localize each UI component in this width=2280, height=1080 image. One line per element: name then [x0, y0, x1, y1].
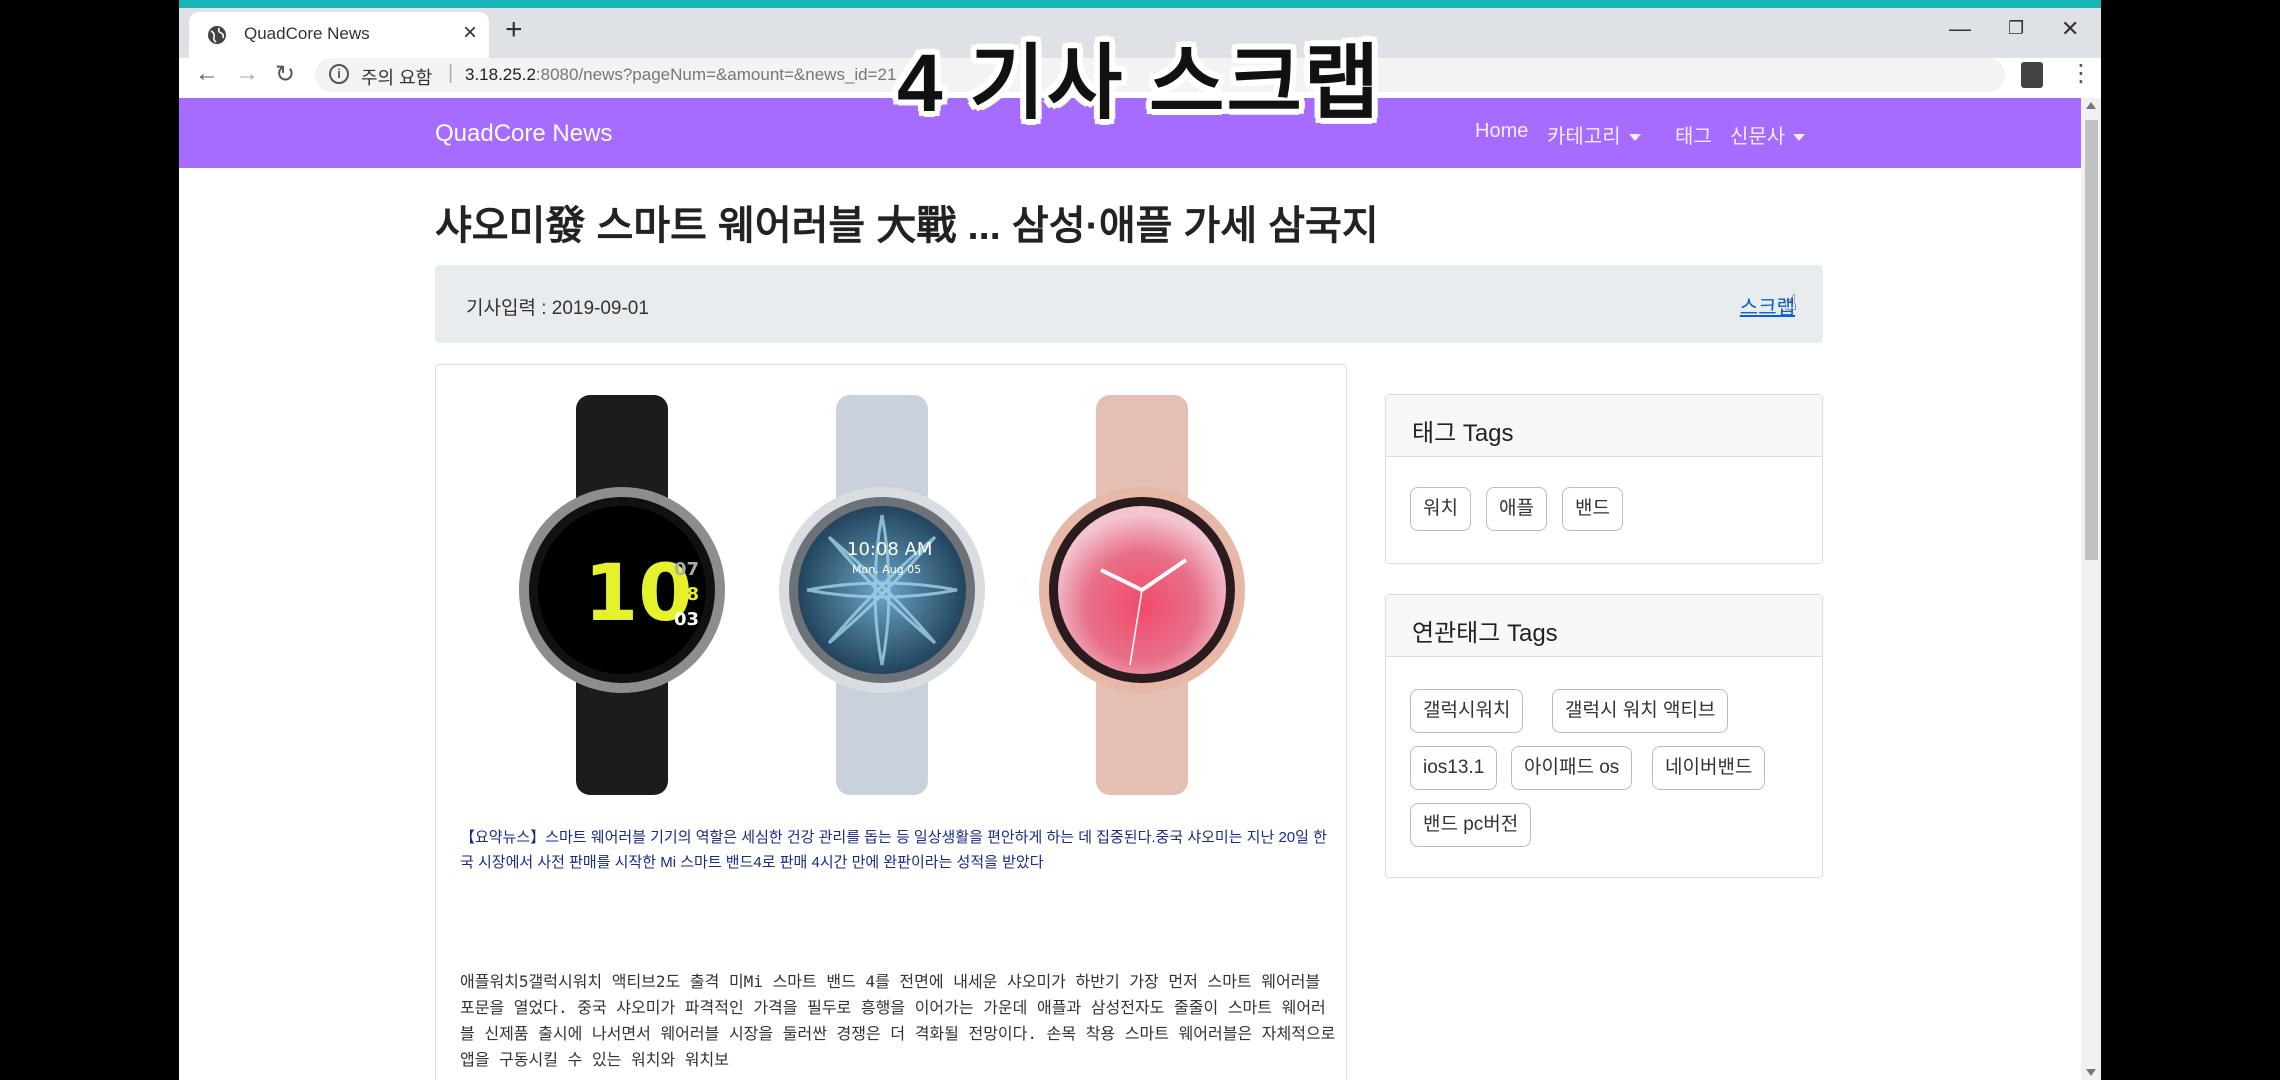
address-separator: |	[448, 62, 454, 84]
url-path: :8080/news?pageNum=&amount=&news_id=21	[535, 65, 897, 84]
security-warning: 주의 요함	[361, 68, 433, 88]
black-watch: 10 07 08 03	[519, 395, 725, 795]
forward-arrow-icon[interactable]: →	[235, 60, 259, 88]
tag-item[interactable]: 애플	[1486, 487, 1547, 531]
scroll-up-icon[interactable]	[2086, 102, 2096, 109]
url-host: 3.18.25.2	[465, 65, 536, 84]
nav-category[interactable]: 카테고리	[1547, 120, 1641, 149]
browser-window: QuadCore News × + — ❐ ✕ ← → ↻ i 주의 요함 | …	[179, 0, 2101, 1080]
tag-item[interactable]: 아이패드 os	[1511, 746, 1633, 790]
window-top-strip	[179, 0, 2101, 8]
video-caption-overlay: 4 기사 스크랩	[897, 38, 1382, 129]
browser-tab[interactable]: QuadCore News ×	[189, 12, 489, 58]
menu-dots-icon[interactable]: ⋮	[2069, 59, 2093, 88]
article-summary: 【요약뉴스】스마트 웨어러블 기기의 역할은 세심한 건강 관리를 돕는 등 일…	[460, 829, 1327, 871]
scroll-down-icon[interactable]	[2086, 1069, 2096, 1076]
caret-down-icon	[1628, 134, 1641, 142]
article-date: 기사입력 : 2019-09-01	[466, 298, 649, 319]
back-arrow-icon[interactable]: ←	[195, 60, 219, 88]
page-scrollbar[interactable]	[2081, 98, 2101, 1080]
silver-watch-time: 10:08 AM	[847, 539, 932, 560]
article-title: 샤오미發 스마트 웨어러블 大戰 ... 삼성·애플 가세 삼국지	[435, 204, 1379, 248]
black-watch-side-2: 08	[674, 584, 699, 605]
black-watch-side-1: 07	[674, 559, 699, 580]
tag-item[interactable]: 밴드	[1562, 487, 1623, 531]
nav-tag[interactable]: 태그	[1675, 120, 1712, 149]
article-image: 10 07 08 03 10:08 AM Mon, Aug 05	[519, 395, 1245, 795]
clipboard-extension-icon[interactable]	[2021, 62, 2043, 88]
minimize-icon[interactable]: —	[1949, 16, 1971, 42]
scroll-thumb[interactable]	[2085, 120, 2098, 560]
tags-card-title: 태그 Tags	[1386, 395, 1822, 457]
nav-home[interactable]: Home	[1475, 120, 1528, 143]
tag-item[interactable]: 워치	[1410, 487, 1471, 531]
rose-watch	[1039, 395, 1245, 795]
tab-close-icon[interactable]: ×	[463, 19, 477, 47]
black-watch-side-3: 03	[674, 609, 699, 630]
tags-card: 태그 Tags 워치 애플 밴드	[1385, 394, 1823, 564]
nav-category-label: 카테고리	[1547, 126, 1621, 148]
restore-icon[interactable]: ❐	[2008, 18, 2024, 39]
tag-item[interactable]: 갤럭시 워치 액티브	[1552, 689, 1729, 733]
tag-item[interactable]: 밴드 pc버전	[1410, 803, 1532, 847]
article-body: 애플워치5갤럭시워치 액티브2도 출격 미Mi 스마트 밴드 4를 전면에 내세…	[460, 972, 1336, 1069]
close-icon[interactable]: ✕	[2061, 16, 2079, 42]
tag-item[interactable]: 갤럭시워치	[1410, 689, 1524, 733]
related-tags-card: 연관태그 Tags 갤럭시워치 갤럭시 워치 액티브 ios13.1 아이패드 …	[1385, 594, 1823, 878]
globe-icon	[208, 26, 226, 44]
related-tags-card-title: 연관태그 Tags	[1386, 595, 1822, 657]
site-brand[interactable]: QuadCore News	[435, 120, 612, 148]
caret-down-icon	[1793, 134, 1806, 142]
article-card: 10 07 08 03 10:08 AM Mon, Aug 05 【요약뉴스】스…	[435, 364, 1347, 1080]
nav-newspaper-label: 신문사	[1730, 126, 1786, 148]
new-tab-button[interactable]: +	[505, 15, 523, 45]
nav-newspaper[interactable]: 신문사	[1730, 120, 1806, 149]
silver-watch: 10:08 AM Mon, Aug 05	[779, 395, 985, 795]
reload-icon[interactable]: ↻	[275, 60, 295, 89]
article-meta-bar: 기사입력 : 2019-09-01 스크랩	[435, 265, 1823, 343]
info-icon[interactable]: i	[329, 64, 349, 84]
tag-item[interactable]: ios13.1	[1410, 746, 1498, 790]
url-text: 3.18.25.2:8080/news?pageNum=&amount=&new…	[465, 65, 896, 85]
silver-watch-date: Mon, Aug 05	[852, 563, 921, 576]
tag-item[interactable]: 네이버밴드	[1652, 746, 1766, 790]
hand-cursor-icon: ☝	[1784, 290, 1798, 315]
tab-title: QuadCore News	[244, 24, 370, 43]
